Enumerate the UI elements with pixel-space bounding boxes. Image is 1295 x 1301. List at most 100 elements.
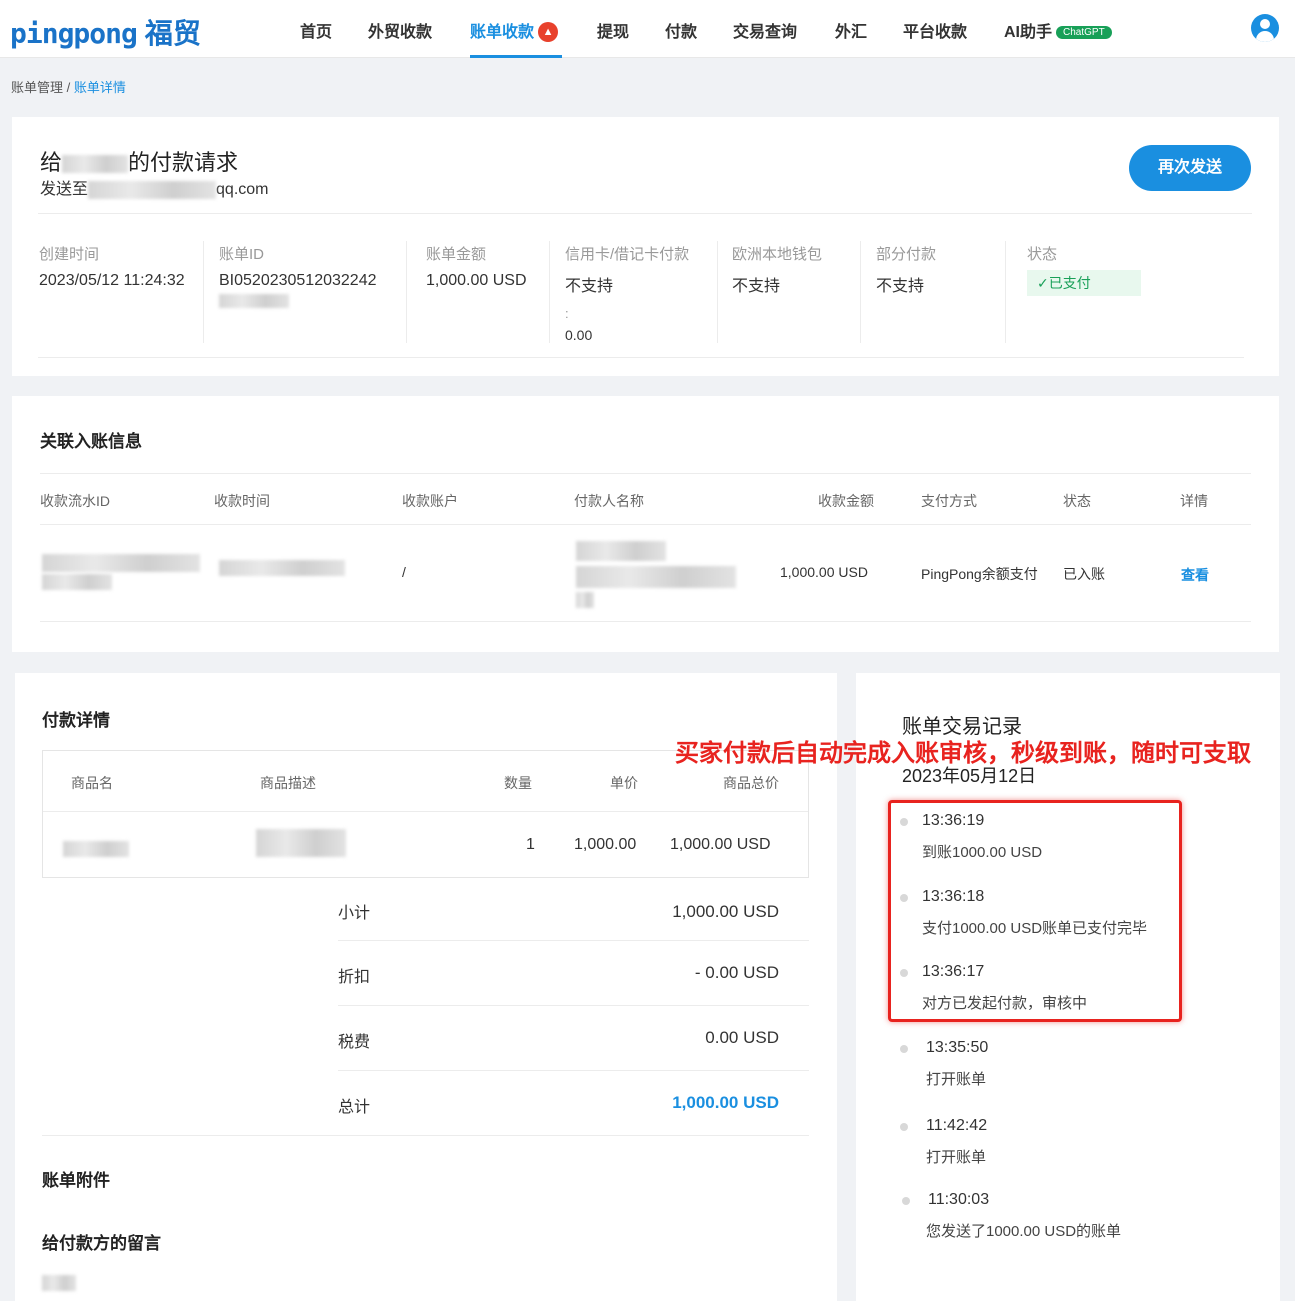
header-divider — [38, 213, 1252, 214]
logo-text-en: pingpong — [10, 17, 138, 50]
linked-header-top-divider — [40, 473, 1251, 474]
event-desc: 打开账单 — [926, 1149, 987, 1166]
request-to-prefix: 发送至 — [40, 181, 89, 198]
request-to-suffix: qq.com — [216, 181, 269, 198]
annotation-text: 买家付款后自动完成入账审核，秒级到账，随时可支取 — [675, 740, 1251, 767]
total-label: 总计 — [338, 1099, 371, 1116]
quantity-value: 1 — [526, 836, 535, 853]
col-product-name: 商品名 — [71, 775, 113, 791]
pingpong-logo[interactable]: pingpong 福贸 — [10, 12, 201, 52]
info-separator — [406, 241, 407, 343]
tax-value: 0.00 USD — [705, 1028, 779, 1047]
nav-ai-assistant[interactable]: AI助手 ChatGPT — [1004, 18, 1112, 42]
amount-value: 1,000.00 USD — [426, 272, 527, 289]
eu-wallet-label: 欧洲本地钱包 — [732, 246, 823, 263]
nav-home[interactable]: 首页 — [300, 18, 332, 42]
eu-wallet-value: 不支持 — [732, 278, 781, 295]
info-amount: 账单金额 1,000.00 USD — [426, 243, 527, 290]
chatgpt-badge: ChatGPT — [1056, 26, 1112, 39]
col-unit-price: 单价 — [610, 775, 638, 791]
redacted-receipt-time — [219, 560, 345, 576]
bill-id-label: 账单ID — [219, 246, 265, 263]
card-payment-value: 不支持 — [565, 278, 614, 295]
discount-value: - 0.00 USD — [694, 963, 779, 982]
col-status: 状态 — [1063, 493, 1091, 509]
logo-text-cn: 福贸 — [144, 17, 201, 50]
col-payment-method: 支付方式 — [921, 493, 977, 509]
redacted-payer-name — [576, 541, 666, 561]
nav-bill-collection[interactable]: 账单收款 ▲ — [470, 18, 559, 42]
card-payment-fee-label: : — [565, 306, 569, 321]
event-desc: 打开账单 — [926, 1071, 987, 1088]
created-value: 2023/05/12 11:24:32 — [39, 272, 185, 289]
nav-payment[interactable]: 付款 — [665, 18, 697, 42]
user-avatar-icon[interactable] — [1251, 14, 1279, 42]
col-quantity: 数量 — [504, 775, 532, 791]
payment-section-title: 付款详情 — [42, 711, 110, 730]
col-line-total: 商品总价 — [723, 775, 779, 791]
timeline-dot — [902, 1197, 910, 1205]
nav-forex[interactable]: 外汇 — [835, 18, 867, 42]
fire-icon: ▲ — [538, 22, 559, 42]
nav-ai-assistant-label: AI助手 — [1004, 24, 1053, 41]
event-desc: 您发送了1000.00 USD的账单 — [926, 1223, 1122, 1240]
annotation-highlight-box — [888, 800, 1182, 1022]
redacted-receipt-id-2 — [42, 574, 112, 590]
redacted-message — [42, 1275, 76, 1291]
col-payer-name: 付款人名称 — [574, 493, 644, 509]
unit-price-value: 1,000.00 — [574, 836, 637, 853]
card-payment-fee-value: 0.00 — [565, 327, 593, 343]
receipt-account-value: / — [402, 564, 406, 580]
summary-divider — [338, 1005, 809, 1006]
info-separator — [549, 241, 550, 343]
nav-trade-collection[interactable]: 外贸收款 — [368, 18, 432, 42]
nav-bill-collection-label: 账单收款 — [470, 24, 535, 41]
info-eu-wallet: 欧洲本地钱包 不支持 — [732, 243, 822, 296]
created-label: 创建时间 — [39, 246, 100, 263]
breadcrumb-parent[interactable]: 账单管理 / — [11, 80, 70, 95]
linked-header-bottom-divider — [40, 524, 1251, 525]
resend-button[interactable]: 再次发送 — [1129, 145, 1251, 191]
info-separator — [203, 241, 204, 343]
tax-label: 税费 — [338, 1034, 371, 1051]
payment-bottom-divider — [42, 1135, 809, 1136]
bill-id-value: BI0520230512032242 — [219, 272, 377, 289]
col-receipt-amount: 收款金额 — [818, 493, 874, 509]
product-header-divider — [43, 811, 808, 812]
payment-request-card: 给 的付款请求 发送至 qq.com 再次发送 创建时间 2023/05/12 11… — [12, 117, 1279, 376]
checkmark-icon: ✓ — [1037, 275, 1049, 291]
timeline-dot — [900, 1123, 908, 1131]
receipt-status-value: 已入账 — [1063, 566, 1105, 582]
redacted-receipt-id — [42, 554, 200, 572]
redacted-bill-id-suffix — [219, 294, 289, 308]
redacted-email — [88, 180, 217, 199]
active-tab-underline — [470, 55, 562, 58]
receipt-amount-value: 1,000.00 USD — [780, 564, 868, 580]
subtotal-value: 1,000.00 USD — [672, 902, 779, 921]
info-card-payment: 信用卡/借记卡付款 不支持 : 0.00 — [565, 243, 689, 343]
nav-transaction-query[interactable]: 交易查询 — [733, 18, 797, 42]
total-value: 1,000.00 USD — [672, 1093, 779, 1112]
summary-divider — [338, 940, 809, 941]
linked-receipt-card: 关联入账信息 收款流水ID 收款时间 收款账户 付款人名称 收款金额 支付方式 … — [12, 396, 1279, 652]
nav-platform-collection[interactable]: 平台收款 — [903, 18, 967, 42]
view-details-link[interactable]: 查看 — [1181, 565, 1209, 585]
redacted-recipient — [62, 155, 129, 174]
nav-withdraw[interactable]: 提现 — [597, 18, 629, 42]
info-status: 状态 ✓已支付 — [1027, 243, 1141, 296]
col-details: 详情 — [1180, 493, 1208, 509]
attachments-title: 账单附件 — [42, 1171, 110, 1190]
partial-value: 不支持 — [876, 278, 925, 295]
discount-label: 折扣 — [338, 969, 371, 986]
top-nav: pingpong 福贸 首页 外贸收款 账单收款 ▲ 提现 付款 交易查询 外汇 … — [0, 0, 1295, 58]
line-total-value: 1,000.00 USD — [670, 836, 771, 853]
summary-divider — [338, 1070, 809, 1071]
redacted-payer-name-3 — [576, 592, 594, 608]
info-separator — [860, 241, 861, 343]
partial-label: 部分付款 — [876, 246, 937, 263]
event-time: 11:30:03 — [928, 1191, 990, 1208]
request-title-suffix: 的付款请求 — [128, 150, 239, 175]
col-receipt-time: 收款时间 — [214, 493, 270, 509]
request-title-prefix: 给 — [40, 150, 63, 175]
event-time: 11:42:42 — [926, 1117, 988, 1134]
